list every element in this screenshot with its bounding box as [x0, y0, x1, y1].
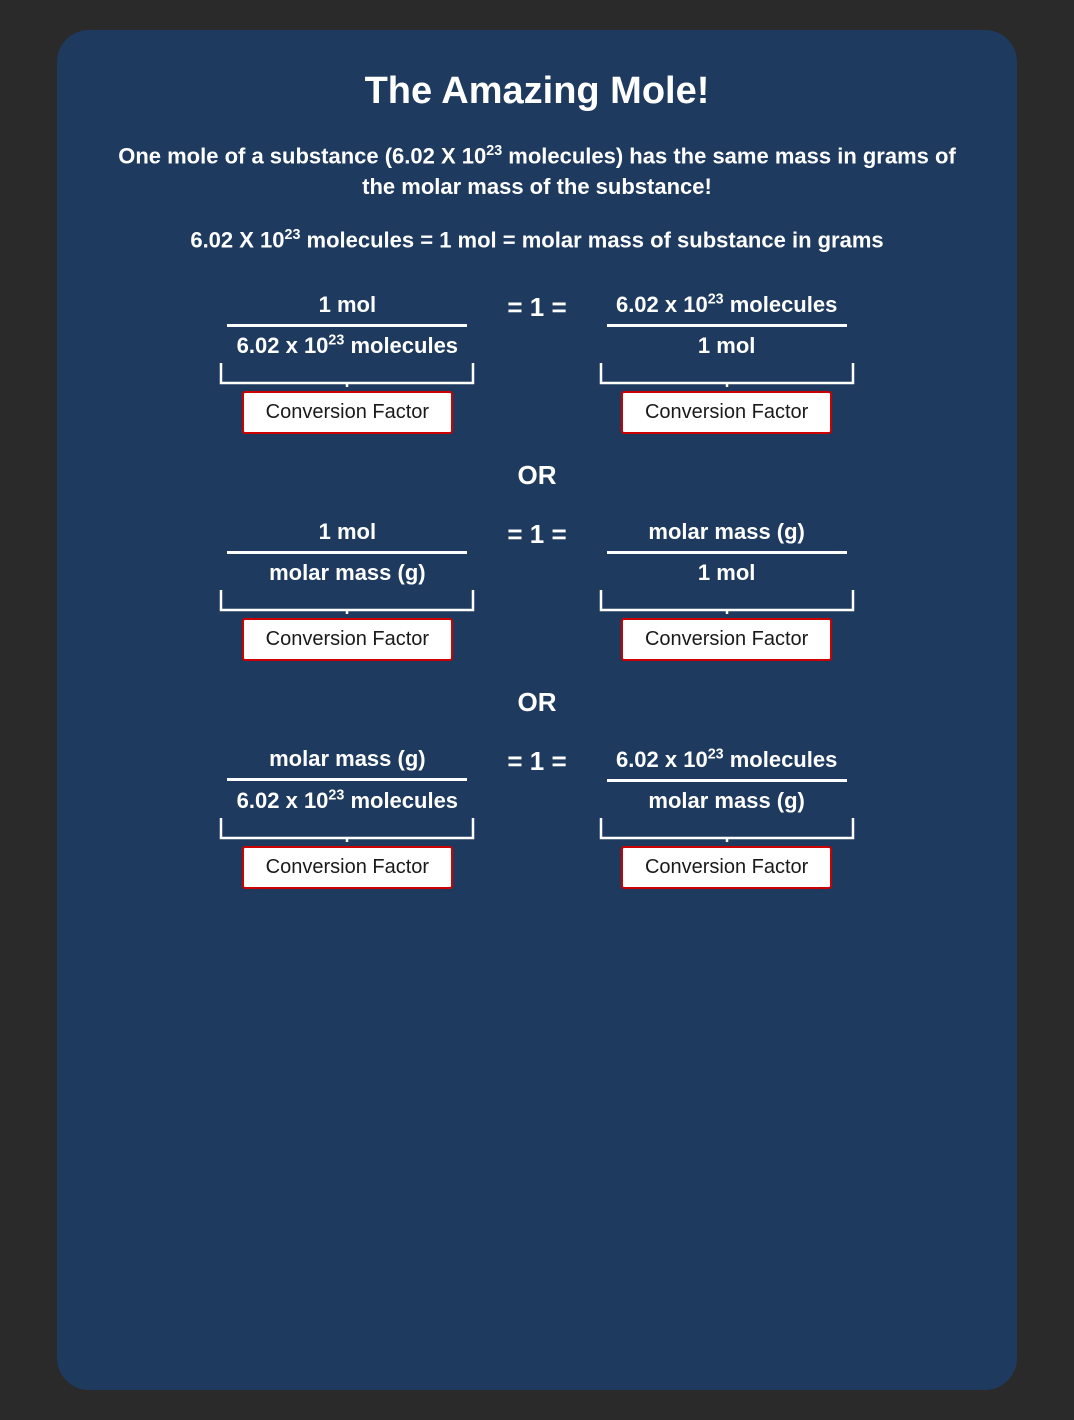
subtitle-text: One mole of a substance (6.02 X 1023 mol… — [117, 141, 957, 203]
brace-left-3 — [217, 814, 477, 842]
conversion-factor-box-left-1: Conversion Factor — [242, 391, 453, 434]
frac-bottom-left-2: molar mass (g) — [269, 556, 426, 586]
fraction-display-left-2: 1 mol molar mass (g) — [227, 519, 467, 586]
equals-3: = 1 = — [507, 746, 566, 777]
brace-left-2 — [217, 586, 477, 614]
frac-top-right-2: molar mass (g) — [648, 519, 805, 549]
page-title: The Amazing Mole! — [365, 70, 710, 113]
fraction-display-right-2: molar mass (g) 1 mol — [607, 519, 847, 586]
fraction-right-3: 6.02 x 1023 molecules molar mass (g) Con… — [597, 746, 857, 888]
fraction-display-left-3: molar mass (g) 6.02 x 1023 molecules — [227, 746, 467, 813]
fractions-row-3: molar mass (g) 6.02 x 1023 molecules Con… — [117, 746, 957, 888]
frac-line-right-2 — [607, 551, 847, 554]
frac-bottom-right-3: molar mass (g) — [648, 784, 805, 814]
fraction-left-3: molar mass (g) 6.02 x 1023 molecules Con… — [217, 746, 477, 888]
fraction-left-2: 1 mol molar mass (g) Conversion Factor — [217, 519, 477, 661]
equals-2: = 1 = — [507, 519, 566, 550]
frac-line-left-3 — [227, 778, 467, 781]
fraction-display-left-1: 1 mol 6.02 x 1023 molecules — [227, 292, 467, 359]
section-1: 1 mol 6.02 x 1023 molecules Conversion F… — [117, 292, 957, 434]
frac-top-right-3: 6.02 x 1023 molecules — [616, 746, 837, 776]
section-3: molar mass (g) 6.02 x 1023 molecules Con… — [117, 746, 957, 888]
frac-bottom-right-2: 1 mol — [698, 556, 755, 586]
conversion-factor-box-right-3: Conversion Factor — [621, 846, 832, 889]
brace-right-1 — [597, 359, 857, 387]
frac-line-right-3 — [607, 779, 847, 782]
frac-top-right-1: 6.02 x 1023 molecules — [616, 292, 837, 322]
frac-bottom-left-3: 6.02 x 1023 molecules — [237, 783, 458, 813]
conversion-factor-box-left-2: Conversion Factor — [242, 618, 453, 661]
fraction-left-1: 1 mol 6.02 x 1023 molecules Conversion F… — [217, 292, 477, 434]
fraction-display-right-1: 6.02 x 1023 molecules 1 mol — [607, 292, 847, 359]
main-card: The Amazing Mole! One mole of a substanc… — [57, 30, 1017, 1390]
frac-top-left-1: 1 mol — [319, 292, 376, 322]
conversion-factor-box-right-1: Conversion Factor — [621, 391, 832, 434]
frac-line-left-2 — [227, 551, 467, 554]
fractions-row-1: 1 mol 6.02 x 1023 molecules Conversion F… — [117, 292, 957, 434]
brace-right-2 — [597, 586, 857, 614]
conversion-factor-box-right-2: Conversion Factor — [621, 618, 832, 661]
fraction-right-2: molar mass (g) 1 mol Conversion Factor — [597, 519, 857, 661]
conversion-factor-box-left-3: Conversion Factor — [242, 846, 453, 889]
section-2: 1 mol molar mass (g) Conversion Factor =… — [117, 519, 957, 661]
frac-bottom-right-1: 1 mol — [698, 329, 755, 359]
fraction-display-right-3: 6.02 x 1023 molecules molar mass (g) — [607, 746, 847, 813]
brace-left-1 — [217, 359, 477, 387]
or-label-2: OR — [518, 687, 557, 718]
frac-line-right-1 — [607, 324, 847, 327]
or-label-1: OR — [518, 460, 557, 491]
frac-bottom-left-1: 6.02 x 1023 molecules — [237, 329, 458, 359]
fraction-right-1: 6.02 x 1023 molecules 1 mol Conversion F… — [597, 292, 857, 434]
frac-top-left-2: 1 mol — [319, 519, 376, 549]
frac-top-left-3: molar mass (g) — [269, 746, 426, 776]
fractions-row-2: 1 mol molar mass (g) Conversion Factor =… — [117, 519, 957, 661]
equation-text: 6.02 X 1023 molecules = 1 mol = molar ma… — [190, 225, 883, 256]
frac-line-left-1 — [227, 324, 467, 327]
equals-1: = 1 = — [507, 292, 566, 323]
brace-right-3 — [597, 814, 857, 842]
